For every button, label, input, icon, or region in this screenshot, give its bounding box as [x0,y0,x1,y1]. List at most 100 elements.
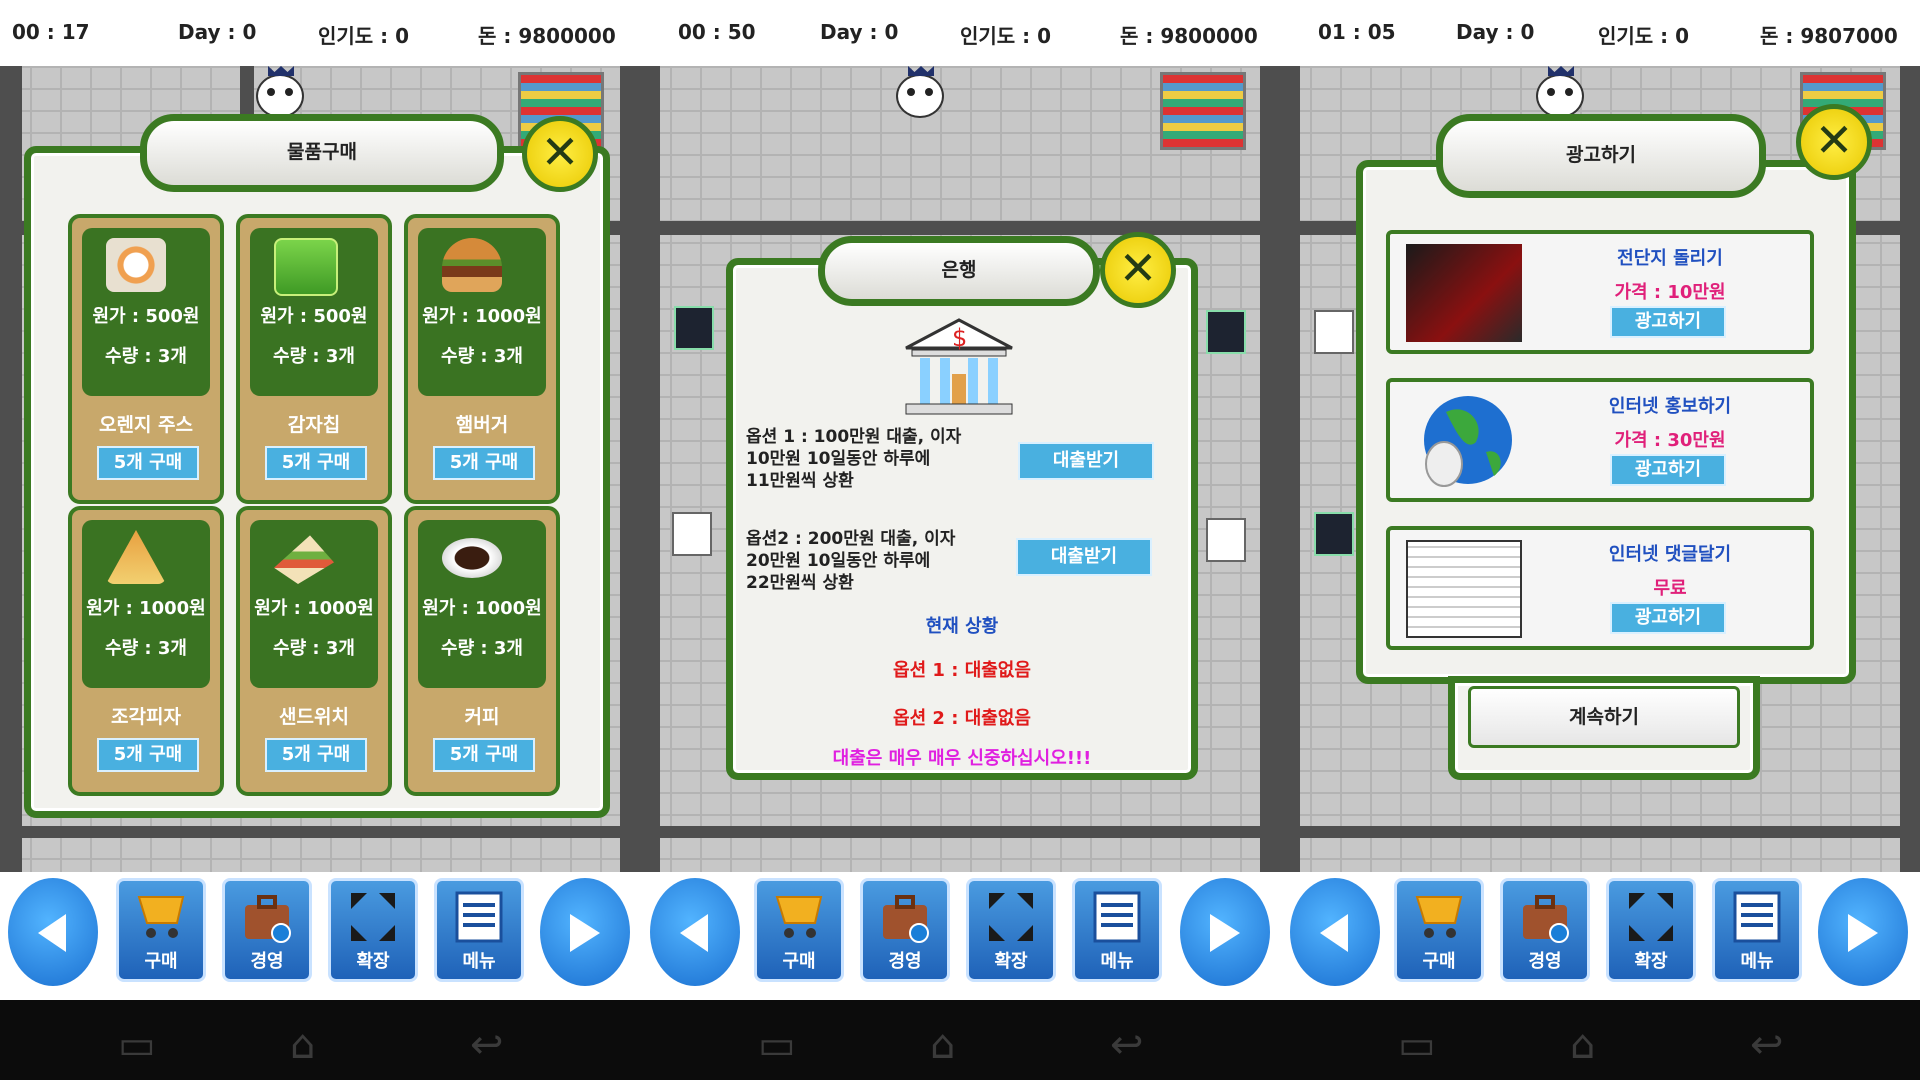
buy-5-button[interactable]: 5개 구매 [265,738,367,772]
menu-button[interactable]: 메뉴 [1072,878,1162,982]
next-arrow-button[interactable] [540,878,630,986]
advertise-button[interactable]: 광고하기 [1610,306,1726,338]
briefcase-icon [241,889,293,945]
expand-arrows-icon [347,889,399,945]
time-display: 00 : 17 [12,20,90,44]
manage-menu-button[interactable]: 경영 [222,878,312,982]
continue-button[interactable]: 계속하기 [1468,686,1740,748]
document-list-icon [1091,889,1143,945]
expand-arrows-icon [1625,889,1677,945]
option2-line2: 20만원 10일동안 하루에 [746,551,931,571]
expand-menu-button[interactable]: 확장 [1606,878,1696,982]
current-status-heading: 현재 상황 [925,616,999,637]
manage-menu-button[interactable]: 경영 [1500,878,1590,982]
panel-title: 광고하기 [1436,114,1766,198]
item-qty: 수량 : 3개 [273,638,355,659]
android-navigation-bar: ▭ ⌂ ↩ ▭ ⌂ ↩ ▭ ⌂ ↩ [0,1000,1920,1080]
empty-slot [1314,310,1354,354]
item-card-pizza: 원가 : 1000원 수량 : 3개 조각피자 5개 구매 [68,506,224,796]
loan-option2-button[interactable]: 대출받기 [1016,538,1152,576]
computer-icon [1206,310,1246,354]
close-button[interactable]: ✕ [522,116,598,192]
toolbar-label: 확장 [356,951,390,972]
prev-arrow-button[interactable] [1290,878,1380,986]
globe-mouse-icon [1406,392,1522,490]
item-name: 커피 [464,706,500,728]
manage-menu-button[interactable]: 경영 [860,878,950,982]
money-display: 돈 : 9800000 [478,24,616,48]
bottom-toolbar: 구매 경영 확장 메뉴 [640,872,1280,1000]
empty-slot [672,512,712,556]
computer-icon [1314,512,1354,556]
day-display: Day : 0 [178,20,257,44]
popularity-display: 인기도 : 0 [1598,24,1690,48]
bottom-toolbar: 구매 경영 확장 메뉴 [0,872,640,1000]
shelf-icon [1160,72,1246,150]
home-icon[interactable]: ⌂ [1570,1022,1595,1068]
back-icon[interactable]: ↩ [1750,1022,1784,1068]
panel-title: 물품구매 [140,114,504,192]
ad-title: 인터넷 홍보하기 [1608,396,1732,417]
time-display: 00 : 50 [678,20,756,44]
buy-menu-button[interactable]: 구매 [116,878,206,982]
item-cost: 원가 : 1000원 [422,306,542,327]
status-bar: 00 : 50 Day : 0 인기도 : 0 돈 : 9800000 [640,0,1280,66]
menu-button[interactable]: 메뉴 [1712,878,1802,982]
close-button[interactable]: ✕ [1796,104,1872,180]
ad-row-internet-comment: 인터넷 댓글달기 무료 광고하기 [1386,526,1814,650]
ad-price: 가격 : 30만원 [1614,430,1726,451]
briefcase-icon [879,889,931,945]
game-screen-bank: 00 : 50 Day : 0 인기도 : 0 돈 : 9800000 은행 ✕… [640,0,1280,1000]
recent-apps-icon[interactable]: ▭ [758,1022,796,1068]
cart-icon [773,889,825,945]
item-card-orange-juice: 원가 : 500원 수량 : 3개 오렌지 주스 5개 구매 [68,214,224,504]
buy-5-button[interactable]: 5개 구매 [265,446,367,480]
toolbar-label: 메뉴 [1740,951,1774,972]
buy-menu-button[interactable]: 구매 [1394,878,1484,982]
game-screen-advertise: 01 : 05 Day : 0 인기도 : 0 돈 : 9807000 광고하기… [1280,0,1920,1000]
cart-icon [135,889,187,945]
item-qty: 수량 : 3개 [105,638,187,659]
toolbar-label: 경영 [888,951,922,972]
item-qty: 수량 : 3개 [441,638,523,659]
prev-arrow-button[interactable] [8,878,98,986]
toolbar-label: 경영 [1528,951,1562,972]
menu-button[interactable]: 메뉴 [434,878,524,982]
day-display: Day : 0 [1456,20,1535,44]
recent-apps-icon[interactable]: ▭ [1398,1022,1436,1068]
item-name: 햄버거 [455,414,509,436]
back-icon[interactable]: ↩ [1110,1022,1144,1068]
prev-arrow-button[interactable] [650,878,740,986]
item-cost: 원가 : 1000원 [254,598,374,619]
day-display: Day : 0 [820,20,899,44]
ad-price: 무료 [1653,578,1687,599]
home-icon[interactable]: ⌂ [290,1022,315,1068]
option2-line3: 22만원씩 상환 [746,573,854,593]
recent-apps-icon[interactable]: ▭ [118,1022,156,1068]
buy-5-button[interactable]: 5개 구매 [433,738,535,772]
briefcase-icon [1519,889,1571,945]
advertise-button[interactable]: 광고하기 [1610,602,1726,634]
buy-menu-button[interactable]: 구매 [754,878,844,982]
ad-row-flyer: 전단지 돌리기 가격 : 10만원 광고하기 [1386,230,1814,354]
next-arrow-button[interactable] [1180,878,1270,986]
expand-menu-button[interactable]: 확장 [328,878,418,982]
buy-5-button[interactable]: 5개 구매 [97,446,199,480]
next-arrow-button[interactable] [1818,878,1908,986]
status-bar: 01 : 05 Day : 0 인기도 : 0 돈 : 9807000 [1280,0,1920,66]
advertise-button[interactable]: 광고하기 [1610,454,1726,486]
home-icon[interactable]: ⌂ [930,1022,955,1068]
buy-5-button[interactable]: 5개 구매 [433,446,535,480]
loan-option1-button[interactable]: 대출받기 [1018,442,1154,480]
back-icon[interactable]: ↩ [470,1022,504,1068]
expand-menu-button[interactable]: 확장 [966,878,1056,982]
item-name: 감자칩 [287,414,341,436]
time-display: 01 : 05 [1318,20,1396,44]
close-button[interactable]: ✕ [1100,232,1176,308]
empty-slot [1206,518,1246,562]
ad-price: 가격 : 10만원 [1614,282,1726,303]
loan-warning: 대출은 매우 매우 신중하십시오!!! [832,748,1092,769]
document-list-icon [453,889,505,945]
buy-5-button[interactable]: 5개 구매 [97,738,199,772]
ad-title: 인터넷 댓글달기 [1608,544,1732,565]
